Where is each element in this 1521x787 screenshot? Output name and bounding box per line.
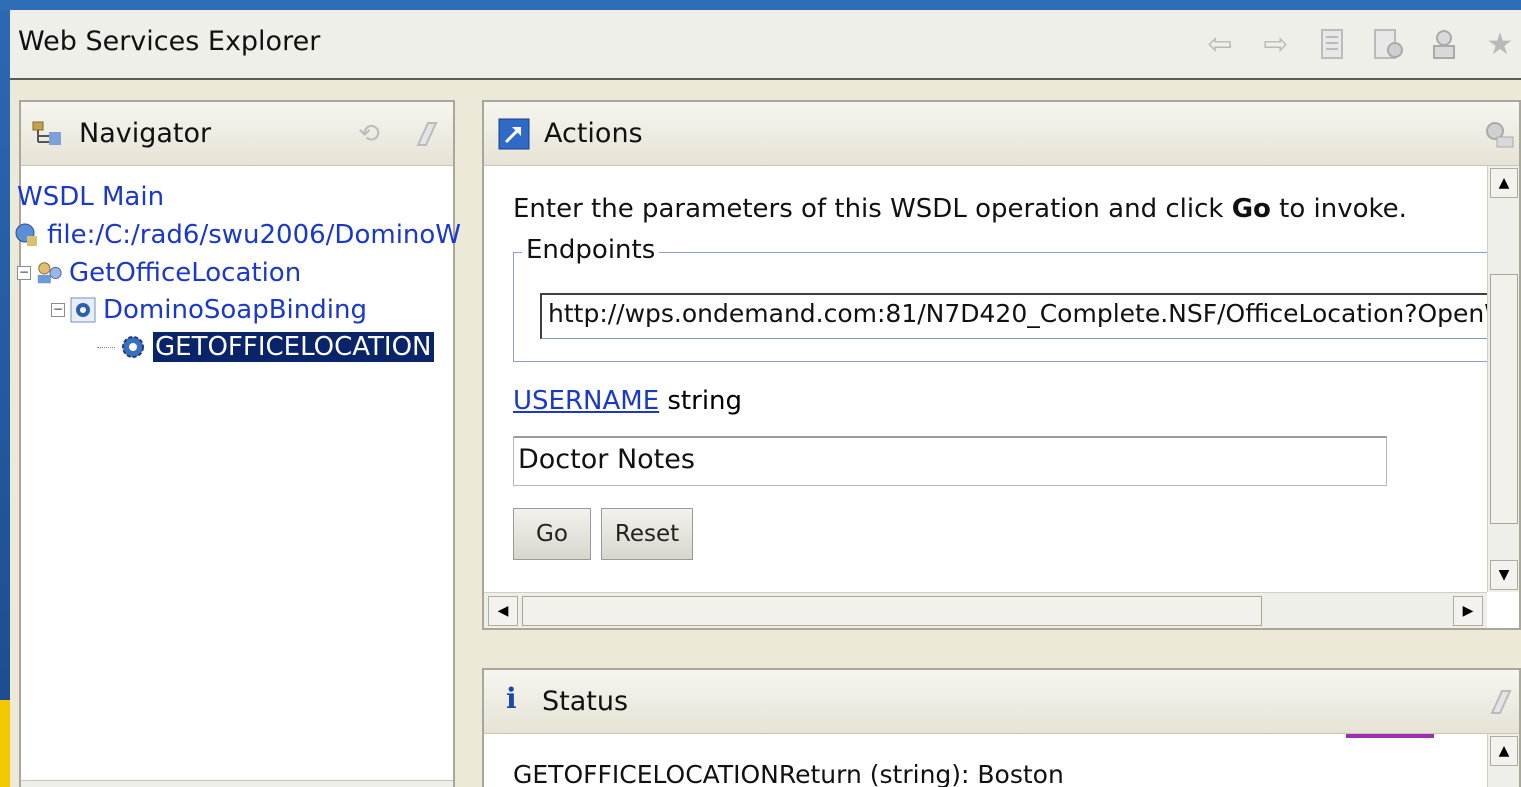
navigator-panel: Navigator ⟲ WSDL Main file:/C:/rad6/swu2… bbox=[15, 100, 461, 787]
tree-node-wsdl-main[interactable]: WSDL Main bbox=[17, 182, 164, 212]
endpoints-fieldset: Endpoints http://wps.ondemand.com:81/N7D… bbox=[513, 235, 1487, 362]
collapse-toggle[interactable]: − bbox=[51, 303, 65, 317]
tree-node-label: file:/C:/rad6/swu2006/DominoW bbox=[47, 220, 462, 250]
actions-vertical-scrollbar[interactable]: ▲ ▼ bbox=[1487, 166, 1519, 592]
instruction-pre: Enter the parameters of this WSDL operat… bbox=[513, 194, 1232, 224]
forward-arrow-icon[interactable]: ⇨ bbox=[1255, 24, 1297, 64]
window-title: Web Services Explorer bbox=[18, 26, 321, 57]
explorer-toolbar: ⇦ ⇨ ★ bbox=[1199, 24, 1521, 64]
tree-node-service[interactable]: − GetOfficeLocation bbox=[17, 258, 301, 288]
actions-panel: Actions Enter the parameters of this WSD… bbox=[482, 100, 1521, 630]
tree-node-label: GetOfficeLocation bbox=[69, 258, 302, 288]
actions-content: Enter the parameters of this WSDL operat… bbox=[484, 166, 1487, 592]
wsdl-page-icon[interactable] bbox=[1311, 24, 1353, 64]
tree-node-operation[interactable]: GETOFFICELOCATION bbox=[97, 332, 434, 362]
navigator-title: Navigator bbox=[79, 118, 212, 149]
explorer-title-bar: Web Services Explorer ⇦ ⇨ ★ bbox=[10, 10, 1521, 80]
web-services-explorer-window: Web Services Explorer ⇦ ⇨ ★ Navigator ⟲ bbox=[10, 10, 1521, 787]
scroll-up-button[interactable]: ▲ bbox=[1490, 168, 1518, 198]
navigator-horizontal-scrollbar[interactable] bbox=[21, 780, 453, 787]
favorites-star-icon[interactable]: ★ bbox=[1479, 24, 1521, 64]
wsdl-file-icon bbox=[13, 221, 41, 249]
status-panel: i Status GETOFFICELOCATIONReturn (string… bbox=[482, 668, 1521, 787]
tree-node-label: GETOFFICELOCATION bbox=[153, 332, 434, 362]
endpoints-legend: Endpoints bbox=[522, 235, 660, 265]
actions-horizontal-scrollbar[interactable]: ◀ ▶ bbox=[484, 592, 1487, 628]
actions-header: Actions bbox=[484, 102, 1519, 166]
refresh-icon[interactable]: ⟲ bbox=[351, 116, 387, 152]
instruction-go-bold: Go bbox=[1231, 194, 1271, 224]
username-input[interactable]: Doctor Notes bbox=[513, 436, 1387, 486]
maximize-panel-icon[interactable] bbox=[1481, 116, 1517, 152]
status-header: i Status bbox=[484, 670, 1519, 734]
status-accent-line bbox=[1346, 734, 1434, 738]
endpoint-select[interactable]: http://wps.ondemand.com:81/N7D420_Comple… bbox=[540, 293, 1487, 339]
tree-node-binding[interactable]: − DominoSoapBinding bbox=[51, 295, 367, 325]
instruction-text: Enter the parameters of this WSDL operat… bbox=[513, 194, 1407, 224]
info-icon: i bbox=[506, 682, 517, 715]
desktop-top-strip bbox=[0, 0, 1521, 10]
wsil-page-icon[interactable] bbox=[1367, 24, 1409, 64]
binding-icon bbox=[69, 296, 97, 324]
scroll-left-button[interactable]: ◀ bbox=[488, 596, 518, 626]
actions-title: Actions bbox=[544, 118, 643, 149]
scroll-thumb[interactable] bbox=[1490, 274, 1518, 524]
status-title: Status bbox=[542, 686, 629, 717]
status-result-text: GETOFFICELOCATIONReturn (string): Boston bbox=[513, 760, 1064, 787]
clear-eraser-icon[interactable] bbox=[407, 116, 443, 152]
username-param-label: USERNAME string bbox=[513, 386, 742, 416]
service-icon bbox=[35, 259, 63, 287]
tree-node-wsdl-file[interactable]: file:/C:/rad6/swu2006/DominoW bbox=[13, 220, 461, 250]
uddi-page-icon[interactable] bbox=[1423, 24, 1465, 64]
username-link[interactable]: USERNAME bbox=[513, 386, 659, 416]
scroll-right-button[interactable]: ▶ bbox=[1453, 596, 1483, 626]
horizontal-scroll-thumb[interactable] bbox=[522, 596, 1262, 626]
back-arrow-icon[interactable]: ⇦ bbox=[1199, 24, 1241, 64]
go-button[interactable]: Go bbox=[513, 508, 591, 560]
status-scroll-up-button[interactable]: ▲ bbox=[1490, 736, 1518, 766]
status-vertical-scrollbar[interactable]: ▲ bbox=[1487, 734, 1519, 787]
tree-connector bbox=[97, 346, 115, 348]
instruction-post: to invoke. bbox=[1270, 194, 1407, 224]
tree-node-label: WSDL Main bbox=[17, 182, 165, 212]
desktop-left-strip bbox=[0, 10, 10, 787]
scroll-down-button[interactable]: ▼ bbox=[1490, 560, 1518, 590]
param-type: string bbox=[667, 386, 743, 416]
desktop-accent-strip bbox=[0, 700, 10, 787]
reset-button[interactable]: Reset bbox=[601, 508, 693, 560]
navigator-header: Navigator ⟲ bbox=[21, 102, 453, 166]
tree-node-label: DominoSoapBinding bbox=[103, 295, 367, 325]
clear-status-icon[interactable] bbox=[1481, 684, 1517, 720]
collapse-toggle[interactable]: − bbox=[17, 266, 31, 280]
actions-icon bbox=[498, 118, 530, 157]
navigator-tree-icon bbox=[31, 120, 65, 155]
operation-gear-icon bbox=[119, 333, 147, 361]
